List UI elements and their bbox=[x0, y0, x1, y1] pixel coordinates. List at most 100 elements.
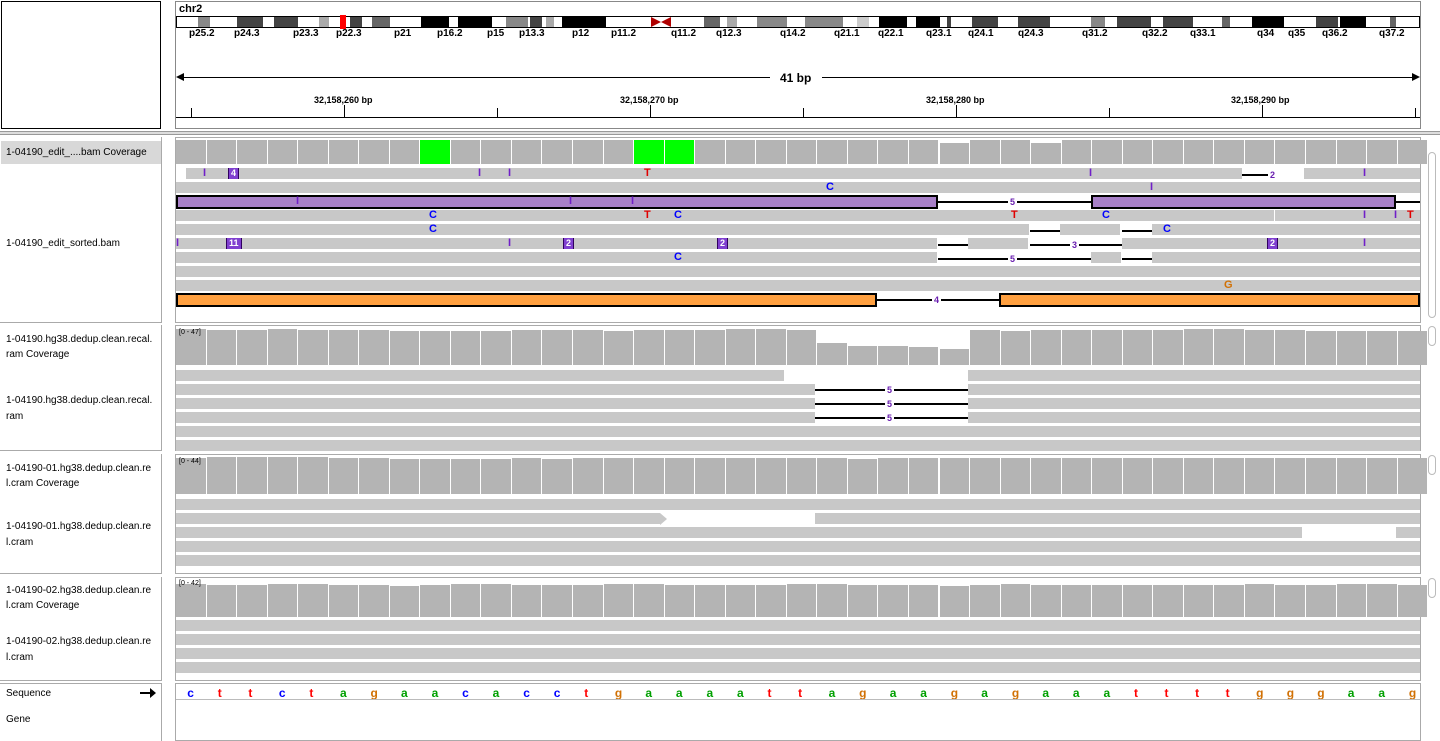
insertion-mark[interactable]: I bbox=[1150, 182, 1153, 193]
track3-coverage-name-line2[interactable]: l.cram Coverage bbox=[6, 476, 79, 491]
read-segment[interactable] bbox=[176, 499, 1420, 510]
coverage-bar[interactable] bbox=[1000, 584, 1032, 617]
coverage-bar[interactable] bbox=[1031, 330, 1062, 365]
coverage-bar[interactable] bbox=[1122, 330, 1154, 365]
coverage-bar[interactable] bbox=[756, 329, 787, 365]
read-segment[interactable] bbox=[176, 648, 1420, 659]
coverage-bar[interactable] bbox=[1214, 329, 1245, 365]
coverage-bar[interactable] bbox=[389, 140, 421, 164]
coverage-bar[interactable] bbox=[1305, 585, 1337, 617]
coverage-bar[interactable] bbox=[298, 330, 329, 365]
coverage-bar[interactable] bbox=[1305, 140, 1337, 164]
coverage-bar[interactable] bbox=[359, 458, 390, 494]
coverage-bar[interactable] bbox=[359, 330, 390, 365]
coverage-bar[interactable] bbox=[786, 330, 818, 365]
coverage-bar[interactable] bbox=[878, 458, 909, 494]
coverage-bar[interactable] bbox=[542, 140, 573, 164]
read-segment[interactable] bbox=[1060, 224, 1120, 235]
track4-alignment-name-line2[interactable]: l.cram bbox=[6, 650, 33, 665]
coverage-bar[interactable] bbox=[298, 457, 329, 494]
ideogram-band-label[interactable]: q31.2 bbox=[1082, 28, 1108, 39]
chromosome-name[interactable]: chr2 bbox=[179, 3, 202, 15]
insertion-count-box[interactable]: 4 bbox=[228, 168, 240, 179]
coverage-bar[interactable] bbox=[420, 459, 451, 494]
read-segment[interactable] bbox=[1091, 252, 1121, 263]
coverage-bar[interactable] bbox=[1275, 330, 1306, 365]
read-segment[interactable] bbox=[176, 398, 815, 409]
coverage-bar[interactable] bbox=[511, 458, 543, 494]
coverage-bar[interactable] bbox=[328, 140, 360, 164]
coverage-bar[interactable] bbox=[1092, 585, 1123, 617]
coverage-bar[interactable] bbox=[420, 585, 451, 617]
ideogram-band-label[interactable]: q24.1 bbox=[968, 28, 994, 39]
track3-coverage-name-line1[interactable]: 1-04190-01.hg38.dedup.clean.re bbox=[6, 461, 151, 476]
coverage-bar[interactable] bbox=[908, 140, 940, 164]
coverage-bar[interactable] bbox=[481, 459, 512, 494]
coverage-bar[interactable] bbox=[1336, 458, 1368, 494]
insertion-count-box[interactable]: 2 bbox=[1267, 238, 1279, 249]
coverage-bar[interactable] bbox=[481, 140, 512, 164]
coverage-bar[interactable] bbox=[1275, 458, 1306, 494]
coverage-bar[interactable] bbox=[1214, 458, 1245, 494]
ideogram-band-label[interactable]: q36.2 bbox=[1322, 28, 1348, 39]
read-segment[interactable] bbox=[176, 426, 1420, 437]
coverage-bar[interactable] bbox=[176, 140, 207, 164]
ideogram-band-label[interactable]: q32.2 bbox=[1142, 28, 1168, 39]
coverage-bar[interactable] bbox=[664, 458, 696, 494]
coverage-bar[interactable] bbox=[695, 330, 726, 365]
track1-scrollbar[interactable] bbox=[1428, 152, 1436, 318]
coverage-bar[interactable] bbox=[1183, 458, 1215, 494]
coverage-bar[interactable] bbox=[389, 586, 421, 617]
insertion-mark[interactable]: I bbox=[176, 238, 179, 249]
insertion-count-box[interactable]: 11 bbox=[226, 238, 242, 249]
coverage-bar[interactable] bbox=[847, 346, 879, 365]
coverage-bar[interactable] bbox=[786, 458, 818, 494]
read-segment[interactable] bbox=[1152, 224, 1420, 235]
ideogram-band-label[interactable]: p15 bbox=[487, 28, 504, 39]
coverage-bar[interactable] bbox=[695, 140, 726, 164]
coverage-bar[interactable] bbox=[1000, 331, 1032, 365]
coverage-bar[interactable] bbox=[970, 330, 1001, 365]
ideogram-band-label[interactable]: q14.2 bbox=[780, 28, 806, 39]
selected-read-purple-2[interactable] bbox=[1091, 195, 1396, 209]
coverage-bar[interactable] bbox=[1061, 585, 1093, 617]
coverage-bar[interactable] bbox=[1031, 143, 1062, 164]
track2-coverage-name-line2[interactable]: ram Coverage bbox=[6, 347, 69, 362]
coverage-bar[interactable] bbox=[939, 349, 971, 365]
coverage-bar[interactable] bbox=[817, 140, 848, 164]
coverage-bar[interactable] bbox=[817, 343, 848, 365]
insertion-mark[interactable]: I bbox=[631, 196, 634, 207]
coverage-bar[interactable] bbox=[542, 459, 573, 494]
coverage-bar[interactable] bbox=[206, 140, 238, 164]
coverage-bar[interactable] bbox=[1275, 140, 1306, 164]
read-segment[interactable] bbox=[176, 555, 1420, 566]
selected-read-orange-1[interactable] bbox=[176, 293, 877, 307]
ideogram-band-label[interactable]: p16.2 bbox=[437, 28, 463, 39]
read-segment[interactable] bbox=[176, 266, 1420, 277]
coverage-bar[interactable] bbox=[1397, 458, 1429, 494]
coverage-bar[interactable] bbox=[511, 330, 543, 365]
track4-alignment-name-line1[interactable]: 1-04190-02.hg38.dedup.clean.re bbox=[6, 634, 151, 649]
coverage-bar[interactable] bbox=[1031, 585, 1062, 617]
mismatch-base[interactable]: C bbox=[429, 210, 437, 221]
coverage-bar[interactable] bbox=[298, 584, 329, 617]
coverage-bar[interactable] bbox=[817, 458, 848, 494]
coverage-bar[interactable] bbox=[420, 140, 451, 164]
coverage-bar[interactable] bbox=[908, 347, 940, 365]
selected-read-orange-2[interactable] bbox=[999, 293, 1420, 307]
coverage-bar[interactable] bbox=[237, 330, 268, 365]
read-segment[interactable] bbox=[176, 238, 937, 249]
mismatch-base[interactable]: T bbox=[1011, 210, 1018, 221]
coverage-bar[interactable] bbox=[939, 586, 971, 617]
coverage-bar[interactable] bbox=[1367, 458, 1398, 494]
coverage-bar[interactable] bbox=[1367, 331, 1398, 365]
coverage-bar[interactable] bbox=[573, 585, 604, 617]
track2-alignment-name-line1[interactable]: 1-04190.hg38.dedup.clean.recal. bbox=[6, 393, 152, 408]
ideogram-band-label[interactable]: q33.1 bbox=[1190, 28, 1216, 39]
ideogram-band-label[interactable]: p25.2 bbox=[189, 28, 215, 39]
coverage-bar[interactable] bbox=[206, 457, 238, 494]
sequence-track-name[interactable]: Sequence bbox=[6, 686, 51, 701]
coverage-bar[interactable] bbox=[206, 330, 238, 365]
coverage-bar[interactable] bbox=[970, 585, 1001, 617]
mismatch-base[interactable]: C bbox=[826, 182, 834, 193]
